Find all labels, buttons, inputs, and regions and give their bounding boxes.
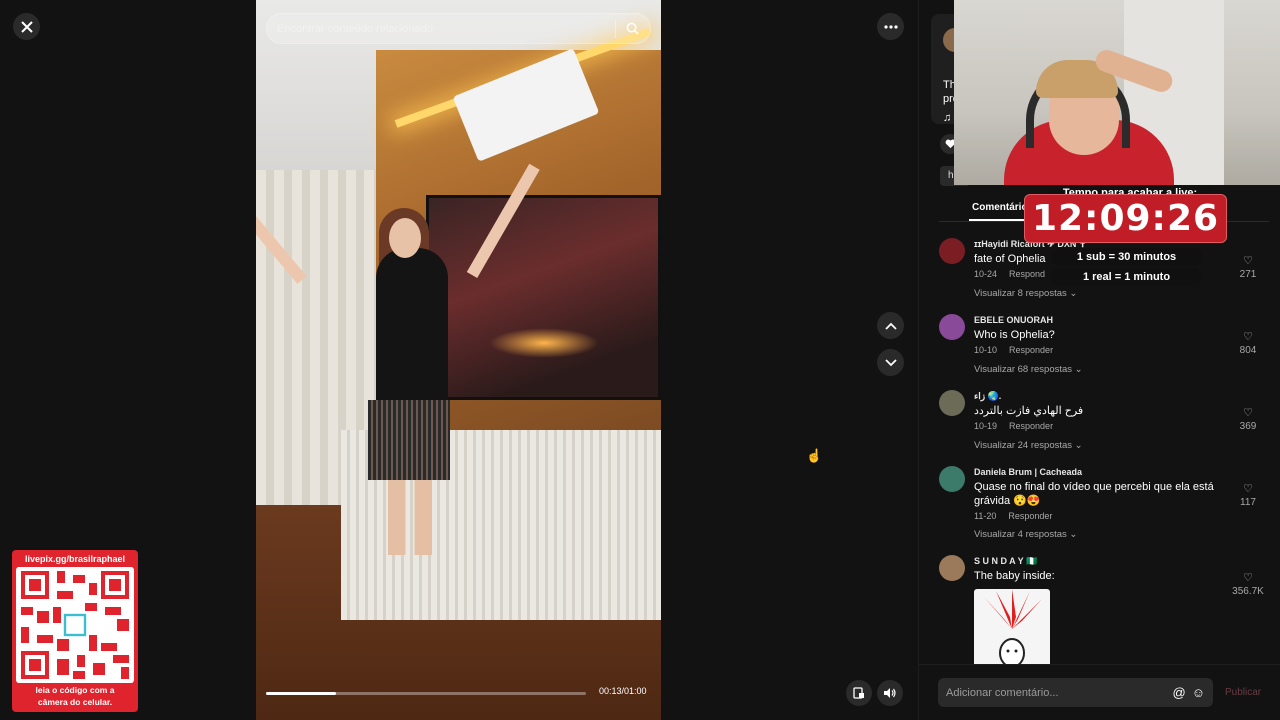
heart-icon: ♡ [1243, 255, 1253, 267]
comment-meta: 10-19 Responder [974, 421, 1065, 431]
comment-like[interactable]: ♡ 271 [1226, 254, 1270, 280]
qr-url: livepix.gg/brasilraphael [24, 554, 126, 564]
video-time: 00:13/01:00 [599, 686, 647, 696]
comment-meta: 11-20 Responder [974, 511, 1064, 521]
view-replies-label: Visualizar 4 respostas [974, 529, 1067, 540]
reply-button[interactable]: Respond [1009, 269, 1045, 279]
comment-text: Who is Ophelia? [974, 329, 1055, 341]
avatar[interactable] [939, 466, 965, 492]
comment-item: S U N D A Y 🇳🇬 The baby inside: ♡ 356.7K [939, 553, 1274, 666]
comment-input[interactable]: Adicionar comentário... @ ☺ [938, 678, 1213, 707]
comment-date: 10-10 [974, 345, 998, 355]
comment-meta: 10-10 Responder [974, 345, 1065, 355]
like-count: 271 [1239, 269, 1257, 280]
comment-placeholder[interactable]: Adicionar comentário... [946, 687, 1167, 699]
tv-screen [426, 195, 661, 400]
comment-date: 11-20 [974, 511, 997, 521]
comment-composer: Adicionar comentário... @ ☺ Publicar [919, 664, 1280, 720]
comment-user[interactable]: S U N D A Y 🇳🇬 [974, 556, 1037, 567]
streamer-webcam [954, 0, 1280, 185]
heart-icon: ♡ [1243, 331, 1253, 343]
app-root: Encontrar conteúdo relacionado 00:13/01:… [0, 0, 1280, 720]
comment-date: 10-19 [974, 421, 998, 431]
comment-list: ɪɪHayidi Ricafort ✈ DXN ✝ fate of Opheli… [939, 236, 1274, 666]
close-icon [20, 20, 33, 33]
comment-text: فرح الهادي فازت بالتردد [974, 405, 1084, 417]
view-replies-label: Visualizar 8 respostas [974, 288, 1067, 299]
avatar[interactable] [939, 390, 965, 416]
comment-user[interactable]: زاء 🌏. [974, 391, 1001, 402]
mouse-cursor-icon: ☝ [806, 448, 823, 463]
volume-button[interactable] [877, 680, 903, 706]
miniplayer-icon [853, 687, 864, 699]
like-count: 369 [1239, 421, 1257, 432]
reply-button[interactable]: Responder [1009, 345, 1053, 355]
tab-comments[interactable]: Comentário [972, 202, 1028, 213]
timer-rule-real: 1 real = 1 minuto [1051, 268, 1202, 286]
emoji-icon[interactable]: ☺ [1192, 685, 1205, 700]
video-player[interactable]: Encontrar conteúdo relacionado 00:13/01:… [256, 0, 661, 720]
avatar[interactable] [939, 238, 965, 264]
comment-item: زاء 🌏. فرح الهادي فازت بالتردد 10-19 Resp… [939, 388, 1274, 464]
comment-item: EBELE ONUORAH Who is Ophelia? 10-10 Respo… [939, 312, 1274, 388]
avatar[interactable] [939, 555, 965, 581]
volume-icon [884, 688, 896, 698]
search-icon[interactable] [624, 21, 640, 37]
heart-icon: ♡ [1243, 407, 1253, 419]
view-replies-link[interactable]: Visualizar 4 respostas ⌄ [974, 529, 1077, 540]
related-search-bar[interactable]: Encontrar conteúdo relacionado [266, 13, 651, 44]
comment-item: Daniela Brum | Cacheada Quase no final d… [939, 464, 1274, 553]
next-video-button[interactable] [877, 349, 904, 376]
chevron-up-icon [884, 322, 897, 330]
comment-like[interactable]: ♡ 804 [1226, 330, 1270, 356]
close-button[interactable] [13, 13, 40, 40]
qr-code [16, 567, 134, 683]
heart-icon: ♡ [1243, 483, 1253, 495]
view-replies-link[interactable]: Visualizar 24 respostas ⌄ [974, 440, 1083, 451]
comment-text: Quase no final do vídeo que percebi que … [974, 481, 1214, 507]
more-icon [883, 24, 898, 29]
more-options-button[interactable] [877, 13, 904, 40]
comment-like[interactable]: ♡ 356.7K [1226, 571, 1270, 597]
video-progress-bar[interactable] [266, 692, 586, 695]
view-replies-label: Visualizar 24 respostas [974, 440, 1073, 451]
search-input[interactable]: Encontrar conteúdo relacionado [277, 23, 615, 35]
progress-fill [266, 692, 337, 695]
reply-button[interactable]: Responder [1009, 421, 1053, 431]
like-count: 356.7K [1232, 586, 1264, 597]
like-count: 804 [1239, 345, 1257, 356]
dancer [376, 248, 448, 418]
comment-meta: 10-24 Respond [974, 269, 1057, 279]
comment-like[interactable]: ♡ 117 [1226, 482, 1270, 508]
qr-code-image [17, 567, 133, 683]
previous-video-button[interactable] [877, 312, 904, 339]
comment-like[interactable]: ♡ 369 [1226, 406, 1270, 432]
comment-text: The baby inside: [974, 570, 1055, 582]
avatar[interactable] [939, 314, 965, 340]
comment-user[interactable]: Daniela Brum | Cacheada [974, 467, 1082, 477]
stream-timer: 12:09:26 [1024, 194, 1227, 243]
view-replies-link[interactable]: Visualizar 8 respostas ⌄ [974, 288, 1077, 299]
heart-icon: ♡ [1243, 572, 1253, 584]
comment-date: 10-24 [974, 269, 998, 279]
video-stage: Encontrar conteúdo relacionado 00:13/01:… [0, 0, 918, 720]
view-replies-link[interactable]: Visualizar 68 respostas ⌄ [974, 364, 1083, 375]
livepix-qr-card: livepix.gg/brasilraphael leia o código c… [12, 550, 138, 712]
publish-button[interactable]: Publicar [1225, 687, 1261, 698]
view-replies-label: Visualizar 68 respostas [974, 364, 1073, 375]
chevron-down-icon [884, 358, 897, 366]
reply-button[interactable]: Responder [1008, 511, 1052, 521]
timer-rule-sub: 1 sub = 30 minutos [1051, 248, 1202, 266]
comment-image[interactable] [974, 589, 1050, 666]
like-count: 117 [1240, 497, 1256, 508]
qr-note-1: leia o código com a [35, 685, 115, 695]
comment-user[interactable]: EBELE ONUORAH [974, 315, 1053, 325]
mention-icon[interactable]: @ [1173, 685, 1186, 700]
miniplayer-button[interactable] [846, 680, 872, 706]
music-icon[interactable]: ♫ [943, 112, 951, 124]
qr-note-2: câmera do celular. [37, 697, 113, 707]
